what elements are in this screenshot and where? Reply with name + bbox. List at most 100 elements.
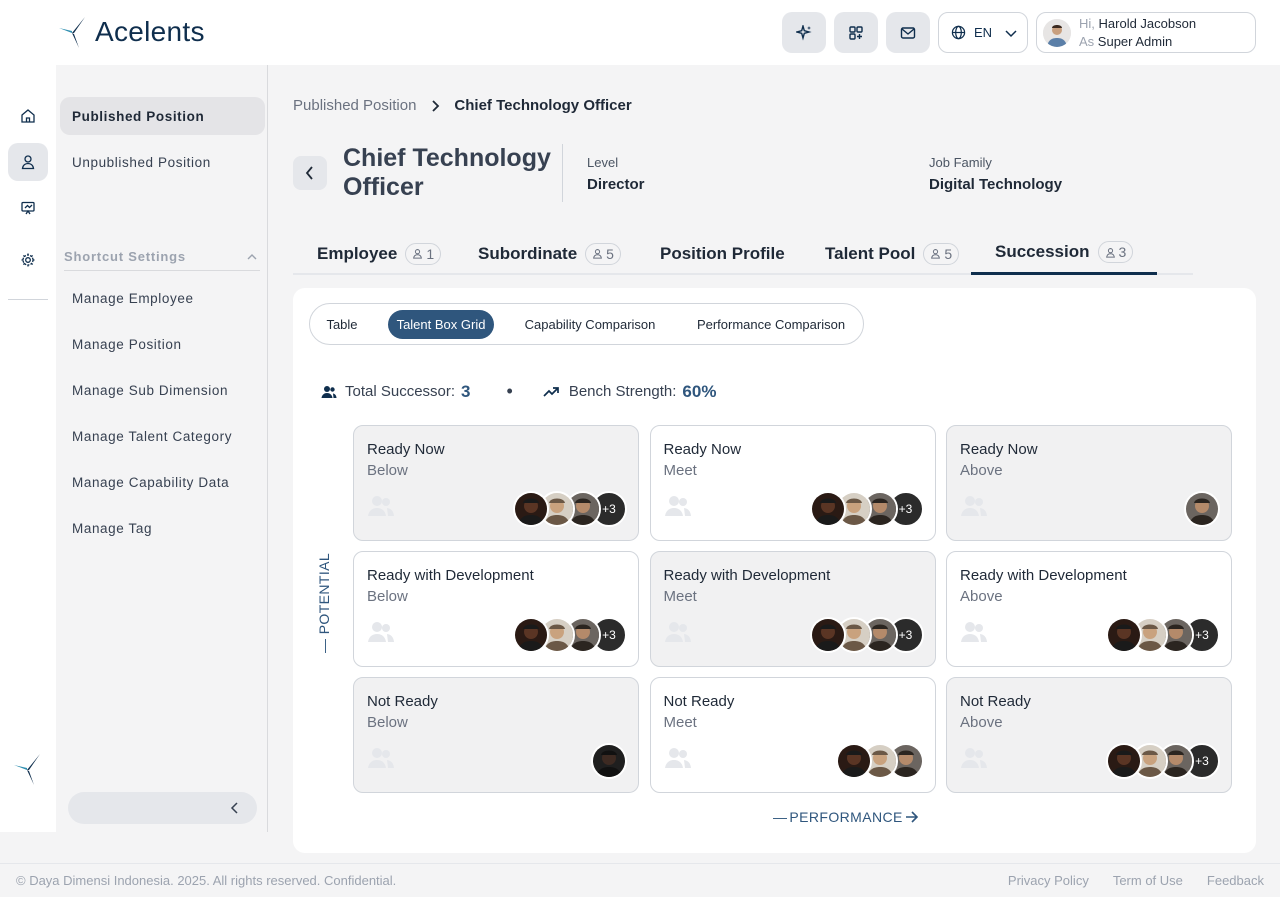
talent-box-performance: Meet xyxy=(663,714,697,731)
potential-axis: — POTENTIAL → xyxy=(315,535,335,663)
mail-icon xyxy=(900,26,916,39)
trending-up-icon xyxy=(543,386,559,397)
back-button[interactable] xyxy=(293,156,327,190)
shortcut-settings-title: Shortcut Settings xyxy=(64,249,186,264)
shortcut-settings-header[interactable]: Shortcut Settings xyxy=(64,249,260,271)
svg-text:— POTENTIAL →: — POTENTIAL → xyxy=(316,553,332,653)
shortcut-manage-talent-category[interactable]: Manage Talent Category xyxy=(60,417,265,455)
tab-label: Talent Pool xyxy=(825,243,916,263)
shortcut-manage-tag[interactable]: Manage Tag xyxy=(60,509,265,547)
tab-position-profile[interactable]: Position Profile xyxy=(660,232,785,275)
subnav-published-position[interactable]: Published Position xyxy=(60,97,265,135)
tab-succession[interactable]: Succession 3 xyxy=(971,232,1158,275)
avatar xyxy=(513,491,549,527)
person-icon xyxy=(593,249,603,259)
language-value: EN xyxy=(974,25,993,40)
talent-box-readiness: Ready Now xyxy=(367,441,445,458)
tab-employee[interactable]: Employee 1 xyxy=(317,232,442,275)
talent-box-cell[interactable]: Not Ready Below xyxy=(353,677,639,793)
top-bar: Acelents EN Hi, Harold Jacobson As Super… xyxy=(0,0,1280,65)
subnav-unpublished-position[interactable]: Unpublished Position xyxy=(60,143,265,181)
avatar-stack[interactable] xyxy=(1184,491,1220,527)
collapse-sidebar-button[interactable] xyxy=(68,792,257,824)
greeting-prefix: Hi, xyxy=(1079,15,1095,31)
logo-icon xyxy=(14,754,40,785)
total-successor-value: 3 xyxy=(461,381,471,401)
users-icon xyxy=(961,622,987,642)
arrow-right-icon xyxy=(905,811,918,823)
avatar xyxy=(1184,491,1220,527)
user-menu[interactable]: Hi, Harold Jacobson As Super Admin xyxy=(1036,12,1256,53)
talent-box-cell[interactable]: Ready Now Below +3 xyxy=(353,425,639,541)
shortcut-manage-employee[interactable]: Manage Employee xyxy=(60,279,265,317)
home-icon xyxy=(21,109,35,123)
tab-label: Employee xyxy=(317,243,398,263)
view-talent-box-grid-button[interactable]: Talent Box Grid xyxy=(388,310,494,339)
avatar xyxy=(591,743,627,779)
stats-separator-dot: • xyxy=(506,381,513,401)
copyright-text: © Daya Dimensi Indonesia. 2025. All righ… xyxy=(16,873,397,888)
view-switcher: Table Talent Box Grid Capability Compari… xyxy=(309,303,864,345)
language-select[interactable]: EN xyxy=(938,12,1028,53)
rail-presentation[interactable] xyxy=(8,189,48,227)
avatar-stack[interactable]: +3 xyxy=(809,491,924,527)
breadcrumb-parent[interactable]: Published Position xyxy=(293,97,416,114)
talent-box-performance: Below xyxy=(367,588,408,605)
term-of-use-link[interactable]: Term of Use xyxy=(1113,873,1183,888)
users-icon xyxy=(664,622,691,642)
avatar-stack[interactable]: +3 xyxy=(1106,743,1220,779)
app-logo[interactable]: Acelents xyxy=(57,15,205,49)
feedback-link[interactable]: Feedback xyxy=(1207,873,1264,888)
person-icon xyxy=(931,249,941,259)
shortcut-manage-capability-data[interactable]: Manage Capability Data xyxy=(60,463,265,501)
privacy-policy-link[interactable]: Privacy Policy xyxy=(1008,873,1089,888)
avatar xyxy=(1106,743,1142,779)
chevron-left-icon xyxy=(305,166,313,180)
talent-box-cell[interactable]: Ready with Development Meet +3 xyxy=(649,551,936,667)
succession-panel: Table Talent Box Grid Capability Compari… xyxy=(293,288,1256,853)
position-tabs: Employee 1 Subordinate 5 Position Profil… xyxy=(293,232,1193,275)
users-icon xyxy=(321,385,337,398)
ai-assistant-button[interactable] xyxy=(782,12,826,53)
talent-box-cell[interactable]: Not Ready Above +3 xyxy=(946,677,1232,793)
rail-home[interactable] xyxy=(8,97,48,135)
avatar-stack[interactable] xyxy=(835,743,924,779)
avatar xyxy=(1106,617,1142,653)
tab-label: Succession xyxy=(995,242,1090,261)
talent-box-cell[interactable]: Ready with Development Above +3 xyxy=(946,551,1232,667)
tab-subordinate[interactable]: Subordinate 5 xyxy=(478,232,621,275)
rail-settings[interactable] xyxy=(8,241,48,279)
level-info: Level Director xyxy=(587,155,645,193)
breadcrumb-current: Chief Technology Officer xyxy=(454,97,632,114)
rail-position[interactable] xyxy=(8,143,48,181)
potential-axis-label: — POTENTIAL → xyxy=(316,535,332,653)
mail-button[interactable] xyxy=(886,12,930,53)
talent-box-performance: Below xyxy=(367,714,408,731)
view-capability-comparison-button[interactable]: Capability Comparison xyxy=(515,310,665,339)
footer: © Daya Dimensi Indonesia. 2025. All righ… xyxy=(0,863,1280,897)
shortcut-manage-sub-dimension[interactable]: Manage Sub Dimension xyxy=(60,371,265,409)
avatar-stack[interactable]: +3 xyxy=(1106,617,1220,653)
talent-box-cell[interactable]: Not Ready Meet xyxy=(649,677,936,793)
talent-box-cell[interactable]: Ready Now Above xyxy=(946,425,1232,541)
talent-box-cell[interactable]: Ready with Development Below +3 xyxy=(353,551,639,667)
tab-talent-pool[interactable]: Talent Pool 5 xyxy=(825,232,960,275)
avatar-stack[interactable] xyxy=(591,743,627,779)
avatar-stack[interactable]: +3 xyxy=(513,491,627,527)
avatar-stack[interactable]: +3 xyxy=(513,617,627,653)
count-badge: 5 xyxy=(923,242,960,265)
avatar xyxy=(809,491,846,527)
view-performance-comparison-button[interactable]: Performance Comparison xyxy=(685,310,857,339)
users-icon xyxy=(368,748,394,768)
apps-button[interactable] xyxy=(834,12,878,53)
shortcut-manage-position[interactable]: Manage Position xyxy=(60,325,265,363)
tab-label: Subordinate xyxy=(478,243,578,263)
person-icon xyxy=(1105,247,1115,258)
view-table-button[interactable]: Table xyxy=(316,310,368,339)
avatar-stack[interactable]: +3 xyxy=(809,617,924,653)
talent-box-cell[interactable]: Ready Now Meet +3 xyxy=(649,425,936,541)
avatar xyxy=(513,617,549,653)
chevron-right-icon xyxy=(432,99,440,112)
chevron-up-icon xyxy=(247,254,257,260)
level-value: Director xyxy=(587,176,645,193)
